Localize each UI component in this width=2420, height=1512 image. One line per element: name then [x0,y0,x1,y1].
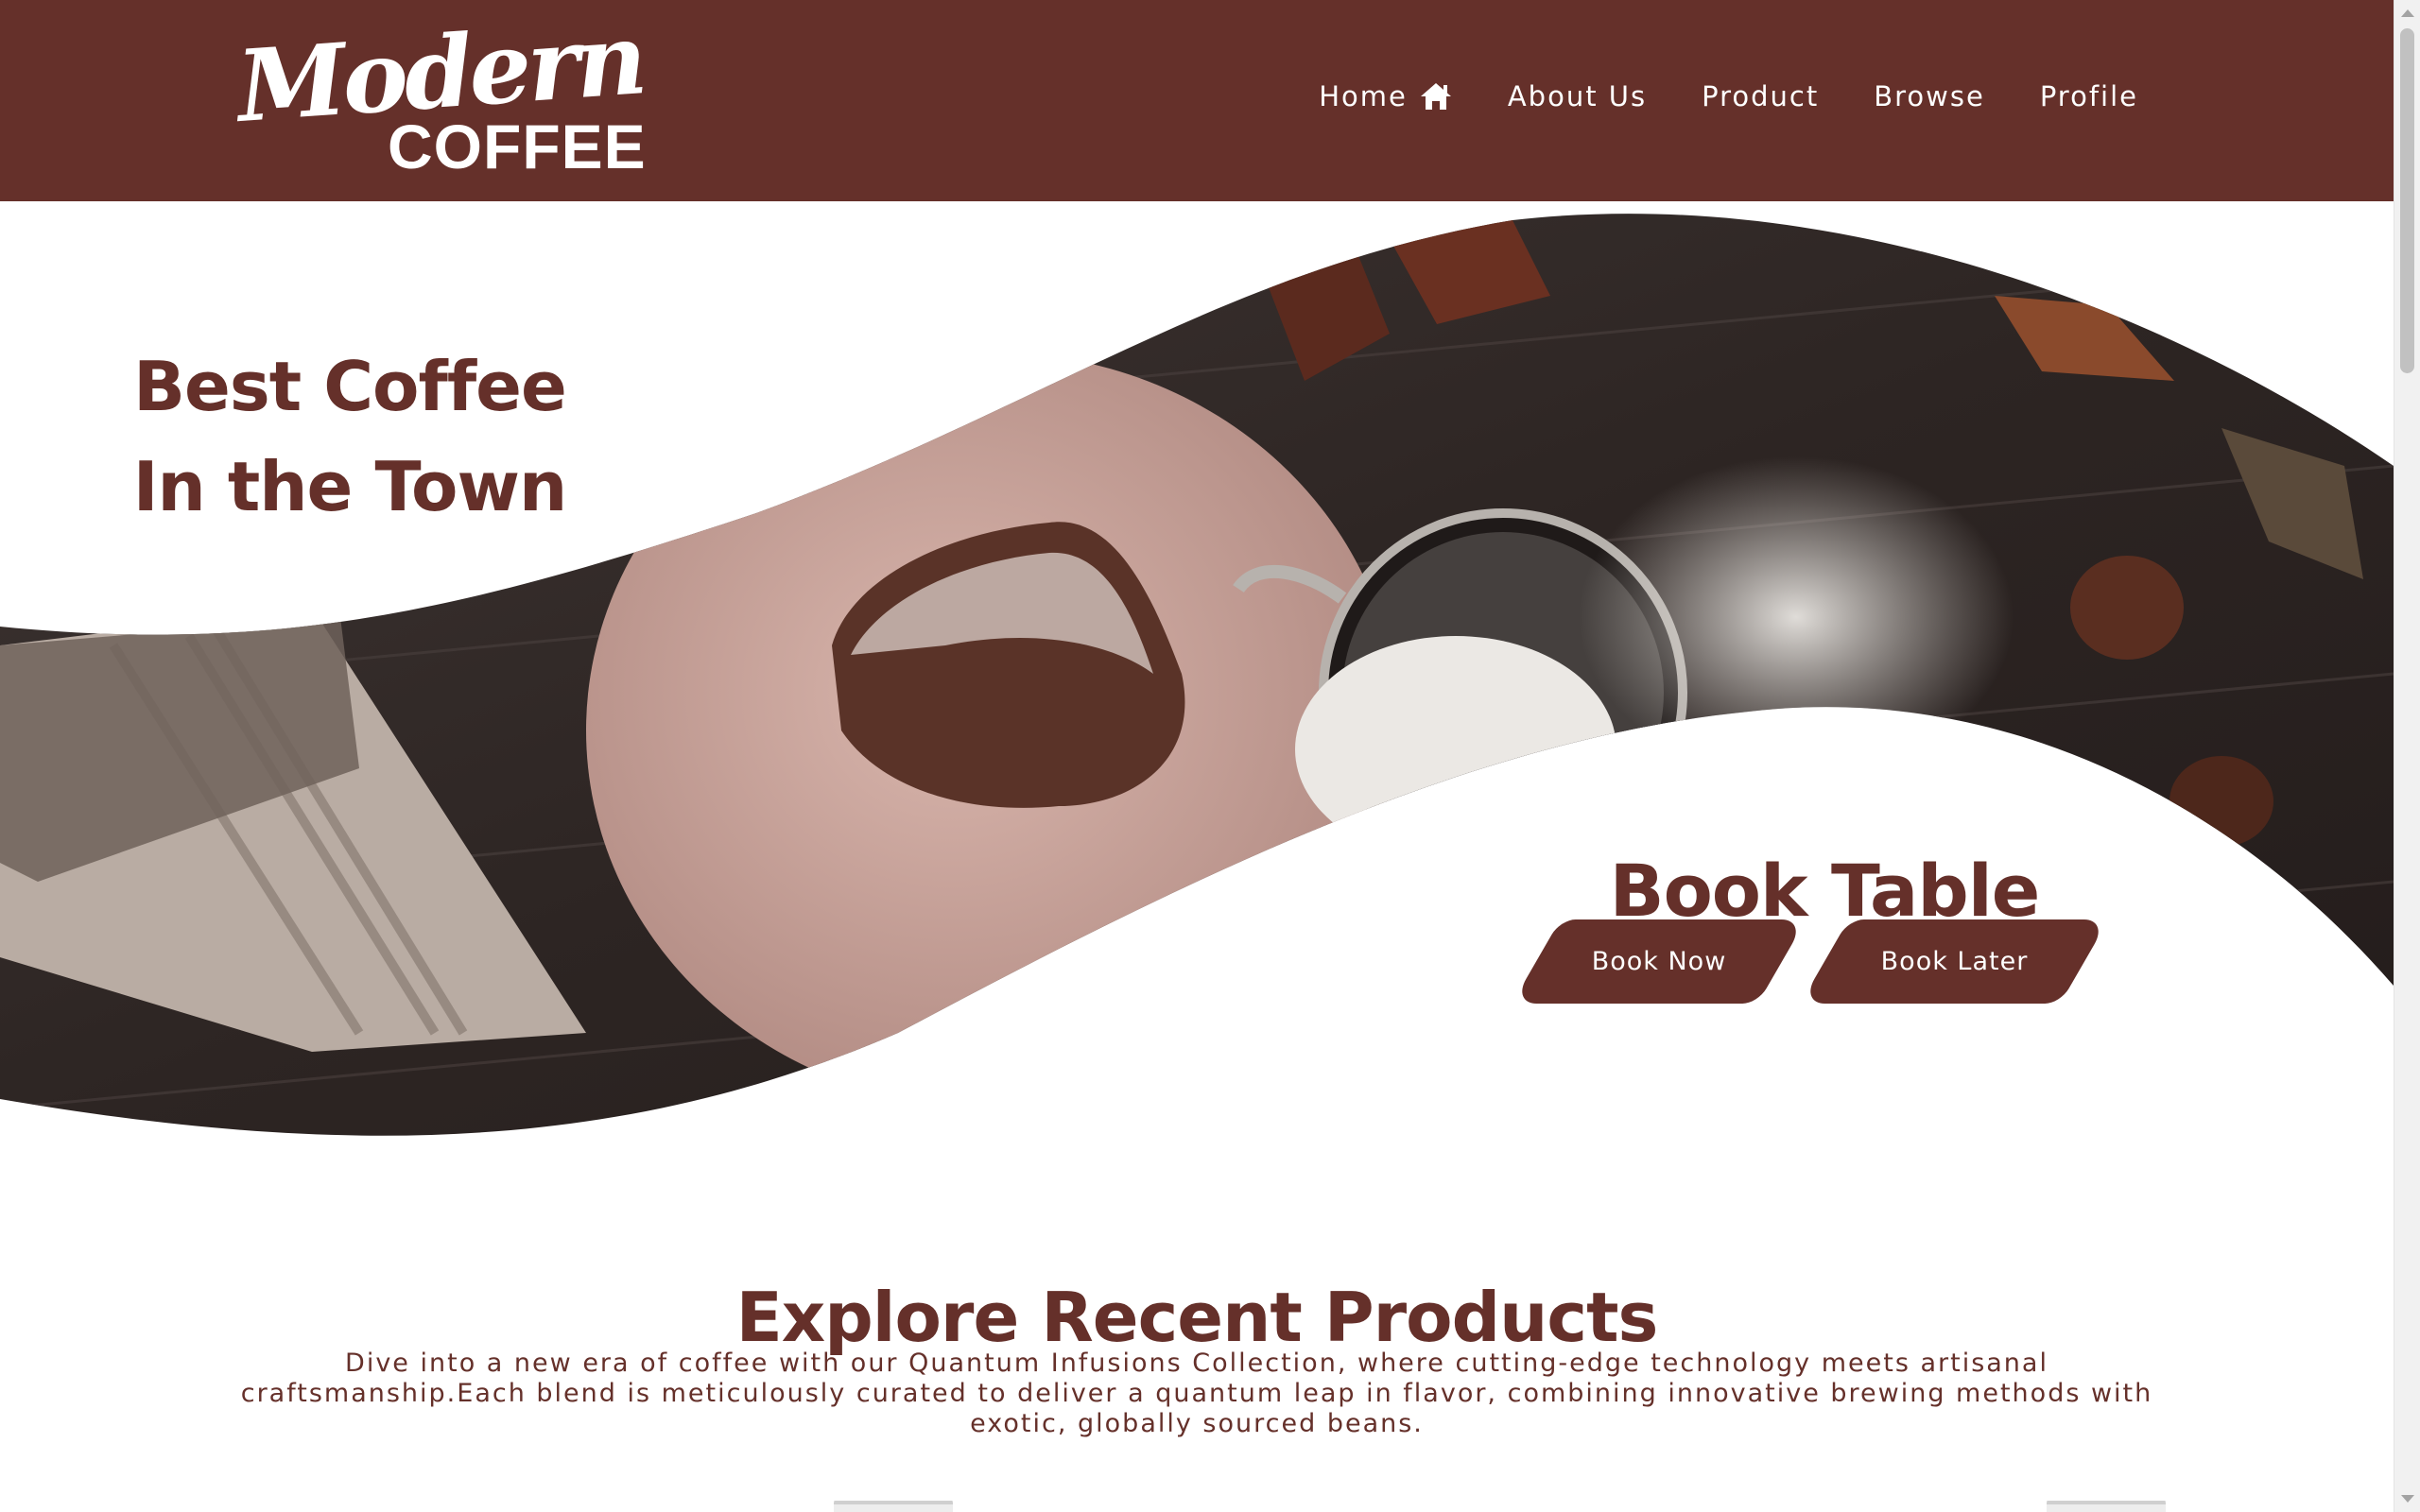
nav-home-label: Home [1319,80,1408,112]
page-scrollbar[interactable] [2394,0,2420,1512]
scrollbar-thumb[interactable] [2400,28,2414,373]
main-nav: Home About Us Product Browse Profile [1319,80,2138,112]
nav-profile-label: Profile [2039,80,2138,112]
scroll-down-arrow-icon[interactable] [2401,1495,2414,1503]
logo-word-text: COFFEE [388,112,647,181]
book-now-label: Book Now [1591,947,1727,976]
book-later-button[interactable]: Book Later [1800,919,2109,1004]
book-now-button[interactable]: Book Now [1512,919,1806,1004]
navbar: Modern COFFEE Home About Us Product Brow… [0,0,2394,201]
nav-about-label: About Us [1507,80,1648,112]
products-title: Explore Recent Products [735,1277,1659,1357]
nav-product-label: Product [1702,80,1820,112]
hero-title: Best Coffee In the Town [113,336,586,537]
brand-logo[interactable]: Modern COFFEE [233,0,647,180]
scroll-up-arrow-icon[interactable] [2401,9,2414,17]
home-icon [1419,81,1453,112]
product-card-peek-right[interactable] [2047,1496,2166,1512]
book-later-label: Book Later [1880,947,2029,976]
product-card-peek-left[interactable] [834,1496,953,1512]
hero-title-line2: In the Town [132,447,567,527]
products-description: Dive into a new era of coffee with our Q… [240,1349,2153,1438]
nav-browse-label: Browse [1874,80,1985,112]
nav-profile-link[interactable]: Profile [2040,80,2138,112]
page: Modern COFFEE Home About Us Product Brow… [0,0,2420,1512]
nav-about-link[interactable]: About Us [1508,80,1647,112]
nav-browse-link[interactable]: Browse [1874,80,1985,112]
nav-product-link[interactable]: Product [1702,80,1819,112]
hero-title-line1: Best Coffee [133,347,567,427]
nav-home-link[interactable]: Home [1319,80,1453,112]
